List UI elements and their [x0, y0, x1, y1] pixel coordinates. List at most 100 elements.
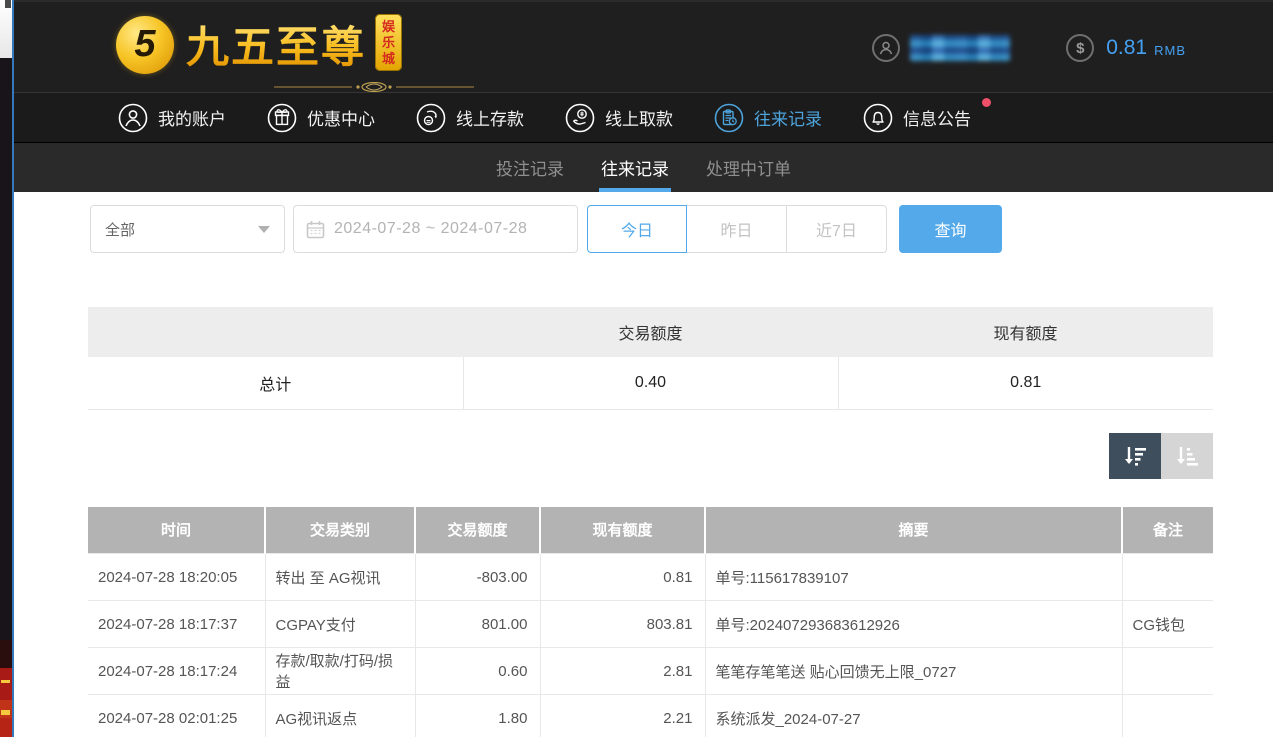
main-nav: 我的账户 优惠中心 线上存款	[14, 92, 1273, 143]
dollar-icon: $	[1066, 34, 1094, 62]
col-header-summary: 摘要	[705, 507, 1122, 554]
records-header-row: 时间 交易类别 交易额度 现有额度 摘要 备注	[88, 507, 1213, 554]
cell-note	[1122, 554, 1213, 601]
sort-descending-icon	[1122, 443, 1148, 469]
records-table: 时间 交易类别 交易额度 现有额度 摘要 备注 2024-07-28 18:20…	[88, 507, 1213, 737]
cell-type: 存款/取款/打码/损益	[265, 648, 415, 695]
sort-controls	[88, 433, 1213, 479]
bell-icon	[863, 103, 893, 133]
clipboard-clock-icon	[714, 103, 744, 133]
table-row: 2024-07-28 18:17:24 存款/取款/打码/损益 0.60 2.8…	[88, 648, 1213, 695]
col-header-amount: 交易额度	[415, 507, 540, 554]
cell-time: 2024-07-28 02:01:25	[88, 695, 265, 737]
window-edge-line	[12, 0, 14, 737]
badge-char: 乐	[375, 35, 402, 51]
brand-name: 九五至尊	[186, 13, 366, 75]
cell-amount: 801.00	[415, 601, 540, 648]
col-header-time: 时间	[88, 507, 265, 554]
table-row: 2024-07-28 18:17:37 CGPAY支付 801.00 803.8…	[88, 601, 1213, 648]
user-avatar-icon	[872, 34, 900, 62]
summary-header-empty	[88, 307, 463, 357]
category-select-value: 全部	[105, 219, 258, 240]
cell-amount: -803.00	[415, 554, 540, 601]
cell-balance: 803.81	[540, 601, 705, 648]
cell-amount: 1.80	[415, 695, 540, 737]
cell-note	[1122, 648, 1213, 695]
tab-transaction-records[interactable]: 往来记录	[601, 143, 669, 192]
last7days-button[interactable]: 近7日	[787, 205, 887, 253]
cell-summary: 笔笔存笔笔送 贴心回馈无上限_0727	[705, 648, 1122, 695]
cell-note: CG钱包	[1122, 601, 1213, 648]
withdraw-coin-icon	[565, 103, 595, 133]
summary-header-transaction: 交易额度	[463, 307, 838, 357]
cell-time: 2024-07-28 18:17:37	[88, 601, 265, 648]
cell-summary: 单号:202407293683612926	[705, 601, 1122, 648]
nav-item-transaction-records[interactable]: 往来记录	[714, 103, 830, 133]
content-area: 全部 2024-07-28 ~ 2024-07-28 今日 昨日 近7日 查询	[14, 192, 1273, 737]
badge-char: 娱	[375, 19, 402, 35]
user-circle-icon	[118, 103, 148, 133]
nav-item-announcements[interactable]: 信息公告	[863, 103, 979, 133]
summary-header-row: 交易额度 现有额度	[88, 307, 1213, 357]
cell-time: 2024-07-28 18:17:24	[88, 648, 265, 695]
search-button[interactable]: 查询	[899, 205, 1002, 253]
summary-total-transaction: 0.40	[463, 357, 838, 409]
nav-item-deposit[interactable]: 线上存款	[416, 103, 532, 133]
sort-ascending-button[interactable]	[1161, 433, 1213, 479]
cell-amount: 0.60	[415, 648, 540, 695]
header-right: $ 0.81 RMB	[872, 2, 1186, 94]
cell-type: 转出 至 AG视讯	[265, 554, 415, 601]
col-header-type: 交易类别	[265, 507, 415, 554]
cell-note	[1122, 695, 1213, 737]
table-row: 2024-07-28 18:20:05 转出 至 AG视讯 -803.00 0.…	[88, 554, 1213, 601]
category-select[interactable]: 全部	[90, 205, 285, 253]
filter-row: 全部 2024-07-28 ~ 2024-07-28 今日 昨日 近7日 查询	[90, 205, 1213, 253]
table-row: 2024-07-28 02:01:25 AG视讯返点 1.80 2.21 系统派…	[88, 695, 1213, 737]
nav-item-promotions[interactable]: 优惠中心	[267, 103, 383, 133]
calendar-icon	[306, 220, 325, 239]
nav-item-withdraw[interactable]: 线上取款	[565, 103, 681, 133]
col-header-balance: 现有额度	[540, 507, 705, 554]
chevron-down-icon	[258, 226, 270, 233]
brand-logo[interactable]: 5 九五至尊 娱 乐 城	[116, 2, 402, 94]
left-edge-light-area	[0, 0, 12, 58]
tab-betting-records[interactable]: 投注记录	[496, 143, 564, 192]
cell-balance: 0.81	[540, 554, 705, 601]
left-edge-tick	[5, 0, 11, 8]
balance[interactable]: $ 0.81 RMB	[1066, 34, 1186, 62]
logo-symbol: 5	[134, 23, 155, 66]
tab-processing-orders[interactable]: 处理中订单	[706, 143, 791, 192]
balance-value: 0.81	[1106, 36, 1147, 60]
logo-flourish-ornament	[274, 82, 474, 92]
cell-balance: 2.81	[540, 648, 705, 695]
site-header: 5 九五至尊 娱 乐 城	[14, 0, 1273, 92]
nav-item-my-account[interactable]: 我的账户	[118, 103, 234, 133]
cell-type: CGPAY支付	[265, 601, 415, 648]
summary-total-label: 总计	[88, 357, 463, 409]
badge-char: 城	[375, 51, 402, 67]
left-edge-strip	[0, 0, 12, 737]
cell-summary: 系统派发_2024-07-27	[705, 695, 1122, 737]
cell-time: 2024-07-28 18:20:05	[88, 554, 265, 601]
brand-badge: 娱 乐 城	[375, 14, 402, 71]
logo-coin-icon: 5	[116, 16, 174, 74]
quick-date-group: 今日 昨日 近7日	[587, 205, 887, 253]
col-header-note: 备注	[1122, 507, 1213, 554]
gift-icon	[267, 103, 297, 133]
summary-header-balance: 现有额度	[838, 307, 1213, 357]
cell-summary: 单号:115617839107	[705, 554, 1122, 601]
deposit-hand-icon	[416, 103, 446, 133]
balance-currency: RMB	[1154, 39, 1186, 58]
sort-ascending-icon	[1174, 443, 1200, 469]
summary-total-balance: 0.81	[838, 357, 1213, 409]
summary-table: 交易额度 现有额度 总计 0.40 0.81	[88, 307, 1213, 410]
date-range-value: 2024-07-28 ~ 2024-07-28	[334, 220, 527, 238]
user-account[interactable]	[872, 34, 1010, 62]
username-blurred	[910, 35, 1010, 61]
sub-nav: 投注记录 往来记录 处理中订单	[14, 143, 1273, 192]
cell-type: AG视讯返点	[265, 695, 415, 737]
yesterday-button[interactable]: 昨日	[687, 205, 787, 253]
date-range-picker[interactable]: 2024-07-28 ~ 2024-07-28	[293, 205, 578, 253]
sort-descending-button[interactable]	[1109, 433, 1161, 479]
today-button[interactable]: 今日	[587, 205, 687, 253]
